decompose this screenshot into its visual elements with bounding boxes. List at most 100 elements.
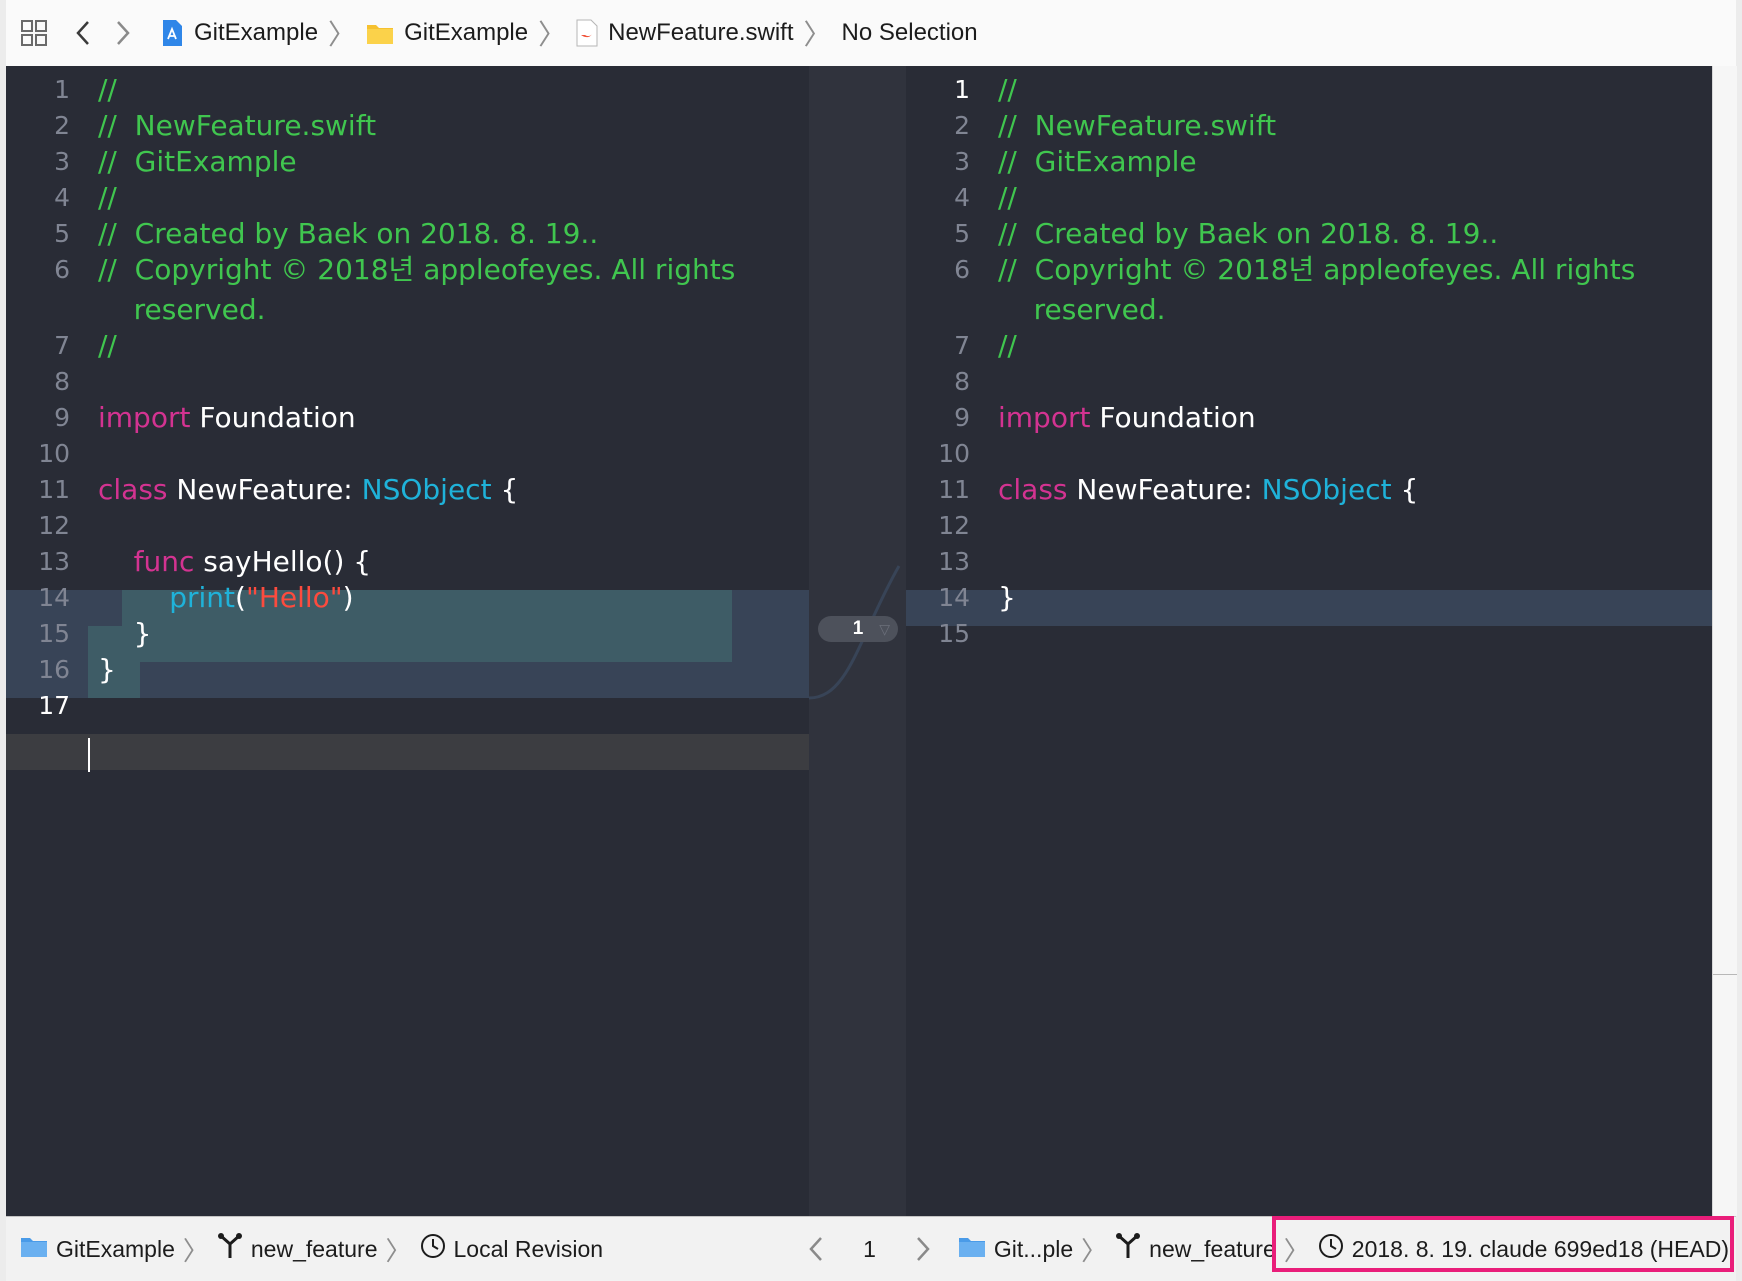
code-text: import Foundation bbox=[98, 398, 356, 438]
line-number: 15 bbox=[938, 619, 970, 648]
previous-change-arrow-icon[interactable] bbox=[807, 1235, 825, 1263]
line-number: 3 bbox=[954, 147, 970, 176]
code-token: // bbox=[98, 181, 117, 214]
branch-label: new_feature bbox=[250, 1235, 378, 1262]
line-number: 16 bbox=[38, 655, 70, 684]
code-token: ) bbox=[342, 581, 354, 614]
code-text: } bbox=[998, 578, 1016, 618]
code-text: // NewFeature.swift bbox=[98, 106, 376, 146]
code-token: NSObject bbox=[361, 473, 492, 506]
line-number: 17 bbox=[38, 691, 70, 720]
code-text: // Created by Baek on 2018. 8. 19.. bbox=[998, 214, 1498, 254]
line-number: 7 bbox=[54, 331, 70, 360]
left-editor-pane[interactable]: 1 // 2 // NewFeature.swift 3 // GitExample 4 //… bbox=[6, 66, 809, 1216]
right-editor-pane[interactable]: 1 // 2 // NewFeature.swift 3 // GitExample 4 //… bbox=[906, 66, 1712, 1216]
folder-icon bbox=[958, 1234, 986, 1264]
code-text: class NewFeature: NSObject { bbox=[98, 470, 518, 510]
code-token: { bbox=[1391, 473, 1419, 506]
left-repo-selector[interactable]: GitExample bbox=[20, 1234, 175, 1264]
code-line: 1 // bbox=[6, 70, 809, 110]
code-text: // NewFeature.swift bbox=[998, 106, 1276, 146]
code-token: } bbox=[998, 581, 1016, 614]
code-text: // bbox=[98, 70, 117, 110]
xcode-project-icon bbox=[160, 19, 184, 47]
code-text: } bbox=[98, 614, 152, 654]
line-number: 11 bbox=[38, 475, 70, 504]
folder-icon bbox=[20, 1234, 48, 1264]
line-number: 13 bbox=[38, 547, 70, 576]
breadcrumb-symbol[interactable]: No Selection bbox=[842, 19, 978, 47]
code-token: NewFeature: bbox=[1067, 473, 1262, 506]
breadcrumb-separator: 〉 bbox=[1081, 1235, 1108, 1266]
code-token: Foundation bbox=[190, 401, 356, 434]
breadcrumb-folder[interactable]: GitExample bbox=[366, 19, 528, 47]
code-line: 9 import Foundation bbox=[906, 398, 1712, 438]
code-token: "Hello" bbox=[245, 581, 343, 614]
line-number: 14 bbox=[38, 583, 70, 612]
code-text: // bbox=[98, 326, 117, 366]
code-text: class NewFeature: NSObject { bbox=[998, 470, 1418, 510]
line-number: 11 bbox=[938, 475, 970, 504]
code-line: 2 // NewFeature.swift bbox=[6, 106, 809, 146]
code-token: reserved. bbox=[998, 293, 1166, 326]
line-number: 6 bbox=[954, 255, 970, 284]
forward-arrow-icon[interactable] bbox=[114, 19, 132, 47]
comparison-bar: GitExample 〉 new_feature 〉 Local Revisio… bbox=[6, 1216, 1736, 1281]
line-number: 6 bbox=[54, 255, 70, 284]
line-number: 7 bbox=[954, 331, 970, 360]
code-text: import Foundation bbox=[998, 398, 1256, 438]
current-line-highlight bbox=[6, 734, 809, 770]
related-items-icon[interactable] bbox=[20, 19, 48, 47]
chevron-down-icon: ▽ bbox=[879, 620, 890, 637]
clock-icon bbox=[1318, 1233, 1344, 1265]
code-line: 7 // bbox=[6, 326, 809, 366]
code-line: 12 bbox=[6, 506, 809, 546]
code-line: 11 class NewFeature: NSObject { bbox=[906, 470, 1712, 510]
code-token: import bbox=[998, 401, 1091, 434]
line-number: 15 bbox=[38, 619, 70, 648]
code-token: Foundation bbox=[1090, 401, 1256, 434]
diff-change-toggle[interactable]: 1 ▽ bbox=[818, 616, 898, 642]
next-change-arrow-icon[interactable] bbox=[914, 1235, 932, 1263]
breadcrumb-separator: 〉 bbox=[538, 19, 567, 50]
right-revision-selector[interactable]: 2018. 8. 19. claude 699ed18 (HEAD) bbox=[1318, 1233, 1729, 1265]
line-number: 8 bbox=[954, 367, 970, 396]
left-branch-selector[interactable]: new_feature bbox=[217, 1232, 378, 1266]
change-index: 1 bbox=[863, 1235, 876, 1262]
code-text: // bbox=[998, 70, 1017, 110]
code-token: ( bbox=[235, 581, 246, 614]
code-token: // GitExample bbox=[998, 145, 1197, 178]
line-number: 12 bbox=[938, 511, 970, 540]
left-revision-selector[interactable]: Local Revision bbox=[420, 1233, 603, 1265]
line-number: 9 bbox=[54, 403, 70, 432]
code-text: // GitExample bbox=[98, 142, 297, 182]
breadcrumb-label: GitExample bbox=[194, 19, 319, 46]
code-line: 2 // NewFeature.swift bbox=[906, 106, 1712, 146]
line-number: 5 bbox=[54, 219, 70, 248]
code-line: 10 bbox=[6, 434, 809, 474]
code-text: reserved. bbox=[998, 290, 1166, 330]
code-line: reserved. bbox=[906, 290, 1712, 330]
code-line: 11 class NewFeature: NSObject { bbox=[6, 470, 809, 510]
code-line: 8 bbox=[906, 362, 1712, 402]
line-number: 10 bbox=[38, 439, 70, 468]
code-line: 7 // bbox=[906, 326, 1712, 366]
repo-label: Git...ple bbox=[993, 1235, 1074, 1262]
vertical-scrollbar[interactable] bbox=[1712, 66, 1737, 1216]
code-text: // bbox=[998, 326, 1017, 366]
right-branch-selector[interactable]: new_feature bbox=[1115, 1232, 1276, 1266]
breadcrumb-project[interactable]: GitExample bbox=[160, 19, 318, 47]
code-line: 6 // Copyright © 2018년 appleofeyes. All r… bbox=[6, 250, 809, 290]
right-repo-selector[interactable]: Git...ple bbox=[958, 1234, 1073, 1264]
branch-icon bbox=[1115, 1232, 1141, 1266]
breadcrumb-file[interactable]: NewFeature.swift bbox=[576, 19, 794, 47]
line-number: 13 bbox=[938, 547, 970, 576]
back-arrow-icon[interactable] bbox=[74, 19, 92, 47]
line-number: 1 bbox=[954, 75, 970, 104]
line-number: 14 bbox=[938, 583, 970, 612]
code-text: reserved. bbox=[98, 290, 266, 330]
code-token: sayHello() { bbox=[194, 545, 372, 578]
code-line: 13 func sayHello() { bbox=[6, 542, 809, 582]
code-text: } bbox=[98, 650, 116, 690]
